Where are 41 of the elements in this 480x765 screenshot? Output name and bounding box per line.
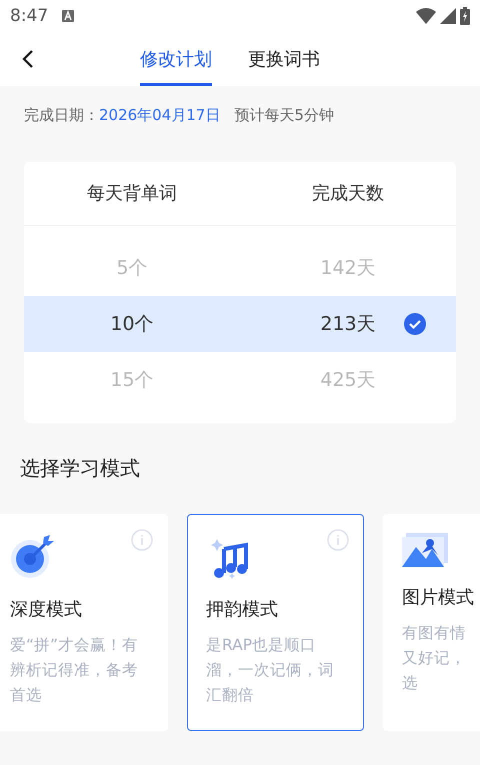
mode-card[interactable]: 押韵模式 是RAP也是顺口 溜，一次记俩，词 汇翻倍 <box>187 514 364 731</box>
column-header: 完成天数 <box>311 182 385 206</box>
check-icon <box>404 313 426 335</box>
notification-icon <box>62 10 74 22</box>
mode-description-line: 是RAP也是顺口 <box>206 635 316 656</box>
completion-date: 2026年04月17日 <box>99 106 220 125</box>
mountain-picture-icon <box>402 533 448 567</box>
wifi-icon <box>416 8 436 24</box>
date-label: 完成日期： <box>24 106 99 125</box>
selected-row[interactable]: 10个 213天 <box>24 296 456 352</box>
mode-title: 深度模式 <box>10 598 83 621</box>
mode-description-line: 首选 <box>10 685 42 706</box>
mode-card[interactable]: 深度模式 爱“拼”才会赢！有 辨析记得准，备考 首选 <box>0 514 168 731</box>
days-option: 425天 <box>320 367 376 393</box>
tab[interactable]: 更换词书 <box>248 32 320 86</box>
mode-description-line: 辨析记得准，备考 <box>10 660 138 681</box>
mode-description-line: 选 <box>402 673 418 694</box>
words-option: 5个 <box>116 255 148 281</box>
info-icon[interactable] <box>327 529 349 551</box>
mode-description-line: 又好记， <box>402 648 466 669</box>
status-time: 8:47 <box>10 6 48 26</box>
mode-description-line: 有图有情 <box>402 623 466 644</box>
estimate-text: 预计每天5分钟 <box>234 106 334 125</box>
mode-description-line: 汇翻倍 <box>206 685 254 706</box>
battery-icon <box>460 7 470 25</box>
mode-title: 图片模式 <box>402 586 475 609</box>
mode-title: 押韵模式 <box>206 598 279 621</box>
info-icon[interactable] <box>131 529 153 551</box>
signal-icon <box>440 8 456 24</box>
back-chevron-icon <box>22 49 34 69</box>
days-option: 213天 <box>320 311 376 337</box>
words-option: 10个 <box>110 311 154 337</box>
tab[interactable]: 修改计划 <box>140 32 212 86</box>
column-header: 每天背单词 <box>86 182 178 206</box>
days-option: 142天 <box>320 255 376 281</box>
target-icon <box>10 533 56 579</box>
words-option: 15个 <box>110 367 154 393</box>
mode-card[interactable]: 图片模式 有图有情 又好记， 选 <box>383 514 480 731</box>
section-title: 选择学习模式 <box>19 455 141 482</box>
mode-description-line: 爱“拼”才会赢！有 <box>10 635 138 656</box>
mode-description-line: 溜，一次记俩，词 <box>206 660 334 681</box>
